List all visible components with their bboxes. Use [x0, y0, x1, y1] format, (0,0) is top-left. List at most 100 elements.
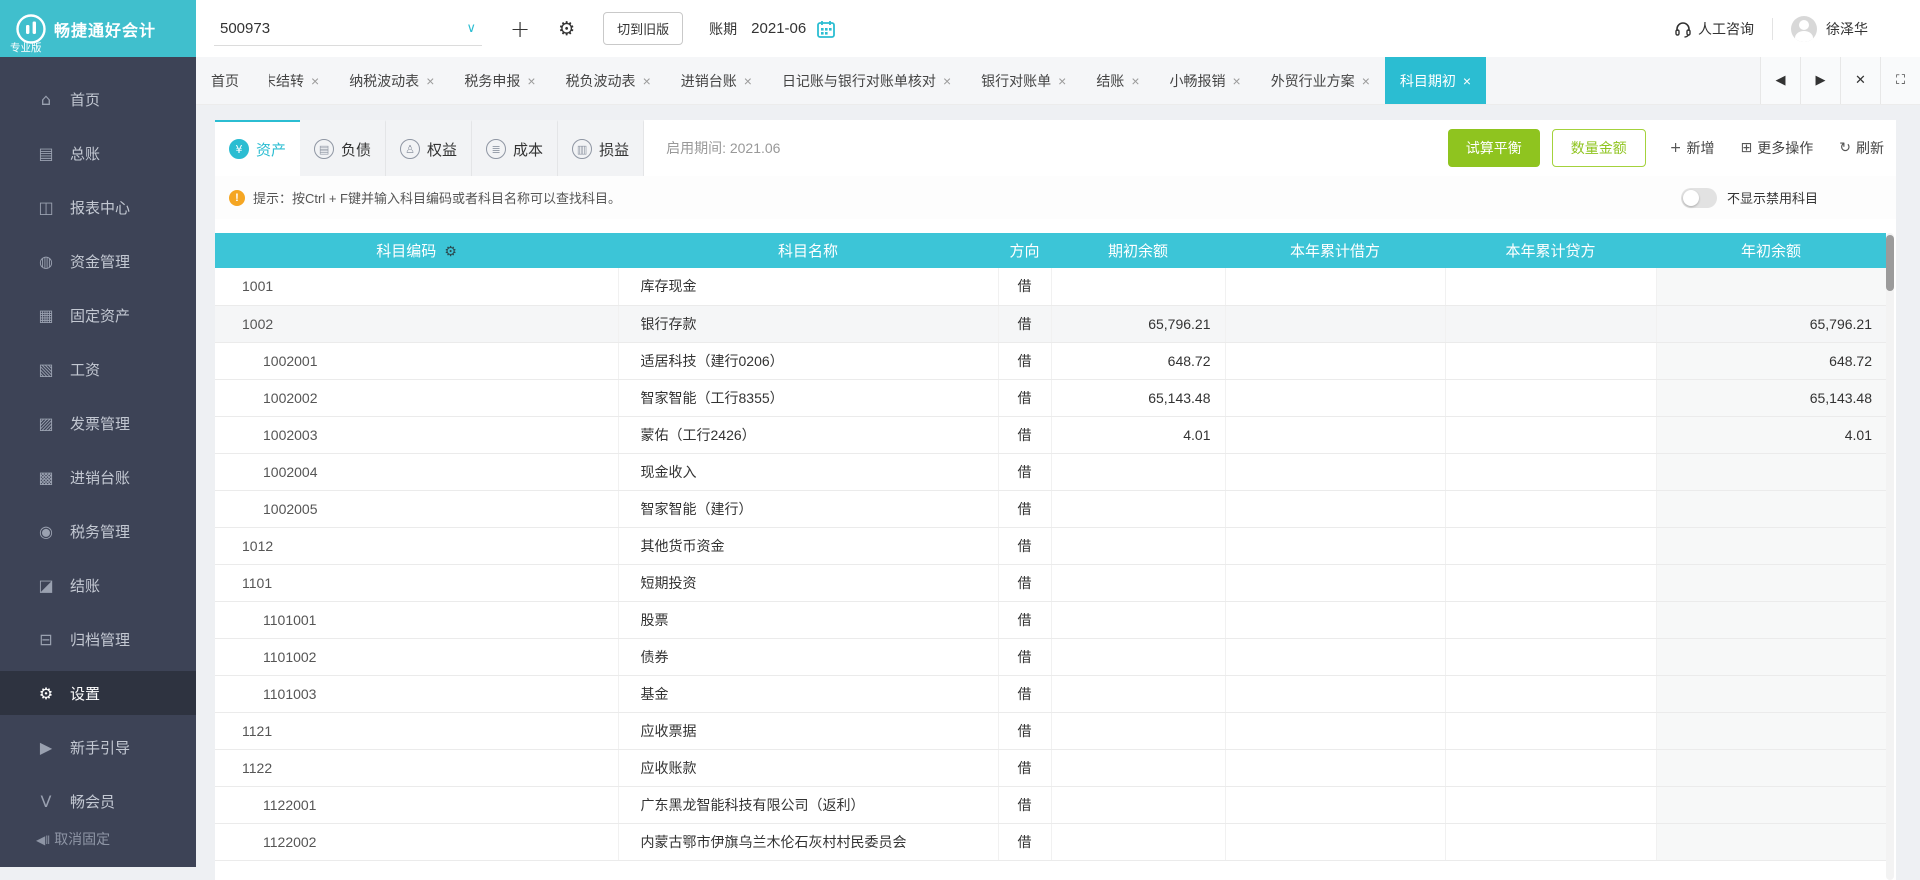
close-icon[interactable]: ×	[943, 73, 951, 89]
close-icon[interactable]: ×	[1058, 73, 1066, 89]
user-name[interactable]: 徐泽华	[1826, 19, 1868, 39]
table-row[interactable]: 1002001 适居科技（建行0206）借 648.72 648.72	[215, 342, 1886, 380]
subtab-profit-loss[interactable]: ▥ 损益	[558, 120, 645, 176]
table-row[interactable]: 1002004 现金收入借	[215, 453, 1886, 491]
add-account-button[interactable]: +	[510, 15, 530, 43]
table-row[interactable]: 1121 应收票据借	[215, 712, 1886, 750]
sidebar-item-label: 进销台账	[70, 469, 131, 487]
table-row[interactable]: 1122002 内蒙古鄂市伊旗乌兰木伦石灰村村民委员会借	[215, 823, 1886, 861]
table-row[interactable]: 1002002 智家智能（工行8355）借 65,143.48 65,143.48	[215, 379, 1886, 417]
table-row[interactable]: 1101003 基金借	[215, 675, 1886, 713]
scroll-right-icon[interactable]: ▶	[1800, 57, 1840, 104]
cell-name: 广东黑龙智能科技有限公司（返利）	[618, 786, 999, 824]
table-row[interactable]: 1122 应收账款借	[215, 749, 1886, 787]
column-header-label: 方向	[1009, 243, 1040, 260]
sidebar-item-archive[interactable]: ⊟ 归档管理	[0, 617, 196, 661]
column-header: 本年累计借方	[1225, 233, 1445, 268]
sidebar-item-home[interactable]: ⌂ 首页	[0, 77, 196, 121]
close-icon[interactable]: ×	[1362, 73, 1370, 89]
tab-税务申报[interactable]: 税务申报 ×	[449, 57, 550, 104]
cell-dir: 借	[998, 675, 1052, 713]
close-icon[interactable]: ×	[527, 73, 535, 89]
account-select[interactable]: 500973 ∨	[214, 12, 482, 46]
cell-num	[1445, 490, 1657, 528]
table-row[interactable]: 1122001 广东黑龙智能科技有限公司（返利）借	[215, 786, 1886, 824]
cell-dir: 借	[998, 749, 1052, 787]
close-all-icon[interactable]: ✕	[1840, 57, 1880, 104]
cell-code: 1002	[215, 305, 619, 343]
close-icon[interactable]: ×	[426, 73, 434, 89]
add-button[interactable]: + 新增	[1670, 138, 1715, 158]
tab-税负波动表[interactable]: 税负波动表 ×	[551, 57, 666, 104]
avatar[interactable]	[1791, 15, 1817, 42]
table-row[interactable]: 1012 其他货币资金借	[215, 527, 1886, 565]
cell-num	[1051, 712, 1226, 750]
tab-小畅报销[interactable]: 小畅报销 ×	[1155, 57, 1256, 104]
switch-old-version-button[interactable]: 切到旧版	[603, 12, 684, 45]
table-row[interactable]: 1002 银行存款借 65,796.21 65,796.21	[215, 305, 1886, 343]
sidebar-item-closing[interactable]: ◪ 结账	[0, 563, 196, 607]
close-icon[interactable]: ×	[1233, 73, 1241, 89]
period-value[interactable]: 2021-06	[751, 20, 806, 37]
unpin-button[interactable]: ◀‖ 取消固定	[36, 829, 110, 849]
subtab-liability[interactable]: ▤ 负债	[300, 120, 387, 176]
tab-科目期初[interactable]: 科目期初 ×	[1384, 57, 1487, 104]
sidebar-item-invoice[interactable]: ▨ 发票管理	[0, 401, 196, 445]
close-icon[interactable]: ×	[1463, 73, 1471, 89]
scroll-left-icon[interactable]: ◀	[1760, 57, 1800, 104]
close-icon[interactable]: ×	[311, 73, 319, 89]
close-icon[interactable]: ×	[643, 73, 651, 89]
cell-num	[1225, 638, 1446, 676]
table-row[interactable]: 1101001 股票借	[215, 601, 1886, 639]
sidebar-item-member[interactable]: Ⅴ 畅会员	[0, 779, 196, 823]
qty-amount-button[interactable]: 数量金额	[1551, 129, 1646, 167]
table-row[interactable]: 1001 库存现金借	[215, 268, 1886, 306]
fullscreen-icon[interactable]: ⛶	[1880, 57, 1920, 104]
sidebar-item-payroll[interactable]: ▧ 工资	[0, 347, 196, 391]
calendar-icon[interactable]	[816, 19, 836, 39]
settings-gear-icon[interactable]: ⚙	[558, 18, 575, 40]
cell-num	[1051, 490, 1226, 528]
sidebar-item-fixed-assets[interactable]: ▦ 固定资产	[0, 293, 196, 337]
close-icon[interactable]: ×	[744, 73, 752, 89]
table-row[interactable]: 1002003 蒙佑（工行2426）借 4.01 4.01	[215, 416, 1886, 454]
support-button[interactable]: 人工咨询	[1674, 19, 1754, 39]
sidebar-item-report-center[interactable]: ◫ 报表中心	[0, 185, 196, 229]
sidebar-item-general-ledger[interactable]: ▤ 总账	[0, 131, 196, 175]
tab-纳税波动表[interactable]: 纳税波动表 ×	[334, 57, 449, 104]
sidebar-item-settings[interactable]: ⚙ 设置	[0, 671, 196, 715]
column-header: 本年累计贷方	[1445, 233, 1656, 268]
subtab-asset[interactable]: ¥ 资产	[215, 120, 301, 176]
close-icon[interactable]: ×	[1131, 73, 1139, 89]
sidebar-item-purchase-sales[interactable]: ▩ 进销台账	[0, 455, 196, 499]
table-row[interactable]: 1002005 智家智能（建行）借	[215, 490, 1886, 528]
tab-银行对账单[interactable]: 银行对账单 ×	[966, 57, 1081, 104]
sidebar-item-guide[interactable]: ▶ 新手引导	[0, 725, 196, 769]
cell-dir: 借	[998, 527, 1052, 565]
table-row[interactable]: 1101 短期投资借	[215, 564, 1886, 602]
column-settings-gear-icon[interactable]: ⚙	[444, 244, 457, 260]
cell-code: 1012	[215, 527, 619, 565]
trial-balance-button[interactable]: 试算平衡	[1447, 129, 1540, 167]
hide-disabled-toggle[interactable]	[1680, 187, 1717, 208]
subtab-equity[interactable]: ♙ 权益	[386, 120, 473, 176]
tab-外贸行业方案[interactable]: 外贸行业方案 ×	[1256, 57, 1385, 104]
tab-首页[interactable]: 首页	[196, 57, 254, 104]
tab-结转[interactable]: 末结转 ×	[254, 57, 334, 104]
sidebar-item-tax[interactable]: ◉ 税务管理	[0, 509, 196, 553]
tab-日记账与银行对账单核对[interactable]: 日记账与银行对账单核对 ×	[767, 57, 966, 104]
scrollbar-thumb[interactable]	[1886, 235, 1894, 291]
subtab-label: 资产	[256, 141, 287, 159]
column-header: 方向	[998, 233, 1051, 268]
subtab-cost[interactable]: ≣ 成本	[472, 120, 559, 176]
more-operations-button[interactable]: ⊞ 更多操作	[1741, 138, 1814, 158]
grid-icon: ⊞	[1740, 140, 1753, 156]
refresh-button[interactable]: ↻ 刷新	[1839, 138, 1884, 158]
table-row[interactable]: 1101002 债券借	[215, 638, 1886, 676]
cell-num	[1656, 268, 1886, 306]
vertical-scrollbar[interactable]	[1886, 233, 1894, 880]
tab-结账[interactable]: 结账 ×	[1081, 57, 1154, 104]
tab-进销台账[interactable]: 进销台账 ×	[666, 57, 767, 104]
cell-num	[1445, 268, 1657, 306]
sidebar-item-funds[interactable]: ◍ 资金管理	[0, 239, 196, 283]
